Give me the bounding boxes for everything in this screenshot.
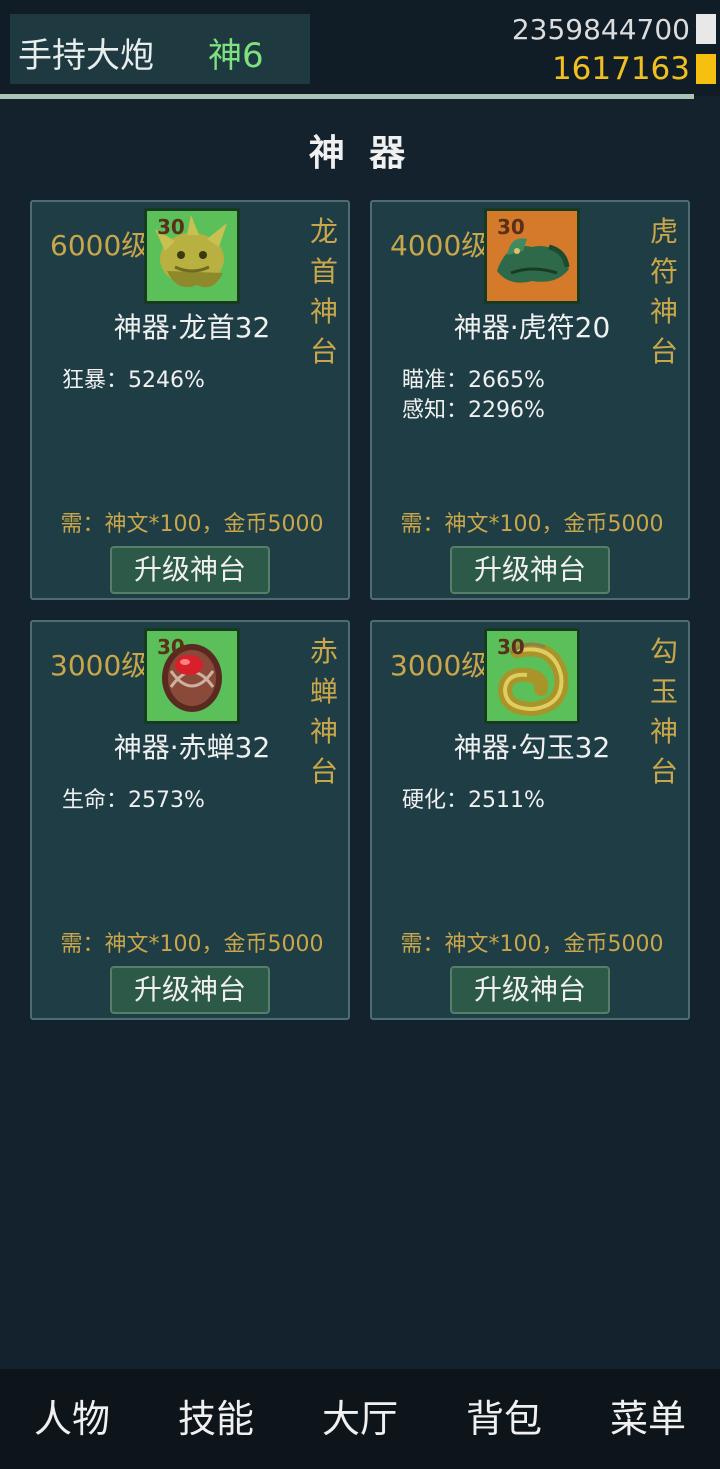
silver-currency: 2359844700 — [512, 12, 716, 46]
upgrade-requirement: 需：神文*100，金币5000 — [60, 932, 324, 957]
player-rank: 神6 — [208, 36, 264, 76]
stat-line: 感知：2296% — [402, 398, 545, 423]
gold-currency: 1617163 — [551, 51, 716, 87]
artifact-card-tiger: 4000级 30 虎符神台 神器·虎符20 瞄准：2665% 感知：2296% … — [370, 200, 690, 600]
nav-menu[interactable]: 菜单 — [576, 1369, 720, 1469]
artifact-stats: 瞄准：2665% 感知：2296% — [402, 366, 545, 426]
red-cicada-icon[interactable]: 30 — [144, 628, 240, 724]
nav-character[interactable]: 人物 — [0, 1369, 144, 1469]
page-title: 神 器 — [308, 133, 412, 174]
upgrade-altar-button[interactable]: 升级神台 — [450, 546, 610, 594]
silver-icon — [696, 14, 716, 44]
nav-hall[interactable]: 大厅 — [288, 1369, 432, 1469]
dragon-head-icon[interactable]: 30 — [144, 208, 240, 304]
altar-name: 勾玉神台 — [649, 635, 678, 788]
star-count: 30 — [157, 215, 185, 239]
upgrade-requirement: 需：神文*100，金币5000 — [60, 512, 324, 537]
artifact-name: 神器·虎符20 — [453, 311, 611, 344]
artifact-stats: 生命：2573% — [62, 786, 205, 816]
artifact-card-cicada: 3000级 30 赤蝉神台 神器·赤蝉32 生命：2573% 需：神文*100，… — [30, 620, 350, 1020]
artifact-stats: 硬化：2511% — [402, 786, 545, 816]
altar-name: 虎符神台 — [649, 215, 678, 368]
nav-bag[interactable]: 背包 — [432, 1369, 576, 1469]
artifact-card-jade: 3000级 30 勾玉神台 神器·勾玉32 硬化：2511% 需：神文*100，… — [370, 620, 690, 1020]
tiger-talisman-icon[interactable]: 30 — [484, 208, 580, 304]
stat-line: 生命：2573% — [62, 788, 205, 813]
silver-amount: 2359844700 — [511, 12, 690, 46]
stat-line: 狂暴：5246% — [62, 368, 205, 393]
player-info[interactable]: 手持大炮 神6 — [10, 14, 310, 84]
altar-level: 3000级 — [390, 649, 490, 682]
top-bar: 手持大炮 神6 2359844700 1617163 — [0, 0, 720, 96]
gold-icon — [696, 54, 716, 84]
star-count: 30 — [157, 635, 185, 659]
jade-hook-icon[interactable]: 30 — [484, 628, 580, 724]
nav-skills[interactable]: 技能 — [144, 1369, 288, 1469]
altar-level: 4000级 — [390, 229, 490, 262]
bottom-nav: 人物 技能 大厅 背包 菜单 — [0, 1369, 720, 1469]
upgrade-requirement: 需：神文*100，金币5000 — [400, 932, 664, 957]
altar-name: 龙首神台 — [309, 215, 338, 368]
stat-line: 瞄准：2665% — [402, 368, 545, 393]
upgrade-altar-button[interactable]: 升级神台 — [450, 966, 610, 1014]
upgrade-altar-button[interactable]: 升级神台 — [110, 966, 270, 1014]
artifact-name: 神器·赤蝉32 — [113, 731, 271, 764]
star-count: 30 — [497, 635, 525, 659]
artifact-stats: 狂暴：5246% — [62, 366, 205, 396]
artifact-card-dragon: 6000级 30 龙首神台 神器·龙首32 狂暴：5246% 需：神文*100，… — [30, 200, 350, 600]
altar-level: 6000级 — [50, 229, 150, 262]
upgrade-altar-button[interactable]: 升级神台 — [110, 546, 270, 594]
artifact-name: 神器·龙首32 — [113, 311, 271, 344]
header-divider — [0, 94, 694, 99]
upgrade-requirement: 需：神文*100，金币5000 — [400, 512, 664, 537]
altar-level: 3000级 — [50, 649, 150, 682]
stat-line: 硬化：2511% — [402, 788, 545, 813]
star-count: 30 — [497, 215, 525, 239]
player-name: 手持大炮 — [18, 36, 154, 76]
gold-amount: 1617163 — [551, 51, 690, 87]
altar-name: 赤蝉神台 — [309, 635, 338, 788]
artifact-name: 神器·勾玉32 — [453, 731, 611, 764]
